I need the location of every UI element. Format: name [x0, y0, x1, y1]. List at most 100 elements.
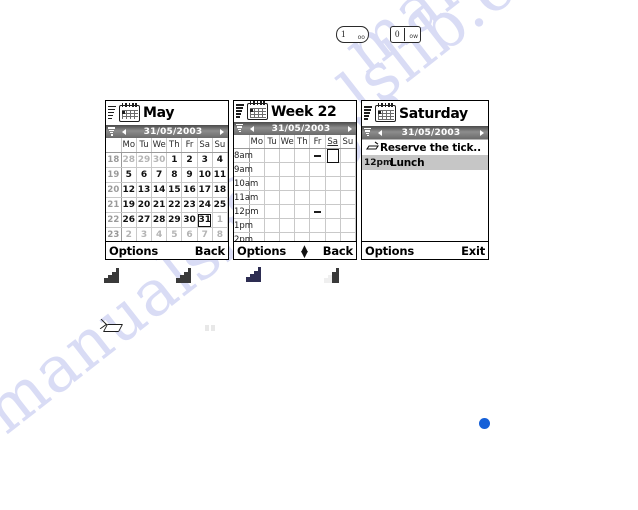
- slot-cell[interactable]: [263, 176, 281, 192]
- day-cell[interactable]: 2: [120, 227, 137, 241]
- slot-cell[interactable]: [339, 148, 356, 164]
- slot-cell[interactable]: [263, 162, 281, 178]
- slot-cell[interactable]: [263, 148, 281, 164]
- day-cell[interactable]: 29: [135, 152, 153, 169]
- table-row[interactable]: 1pm: [234, 218, 356, 234]
- day-cell[interactable]: 6: [135, 167, 153, 184]
- slot-cell[interactable]: [263, 190, 281, 206]
- day-cell[interactable]: 30: [151, 152, 168, 169]
- day-cell[interactable]: 21: [151, 197, 168, 214]
- day-cell[interactable]: 8: [211, 227, 228, 241]
- day-cell[interactable]: 27: [135, 212, 153, 229]
- list-item[interactable]: Reserve the tick..: [362, 140, 488, 155]
- table-row[interactable]: 8am: [234, 148, 356, 164]
- next-arrow-icon[interactable]: [480, 129, 484, 136]
- slot-cell[interactable]: [324, 176, 341, 192]
- table-row[interactable]: 2pm: [234, 232, 356, 241]
- day-cell[interactable]: 3: [135, 227, 153, 241]
- day-cell[interactable]: 1: [211, 212, 228, 229]
- day-cell[interactable]: 29: [166, 212, 183, 229]
- day-cell[interactable]: 19: [120, 197, 137, 214]
- day-cell[interactable]: 11: [211, 167, 228, 184]
- day-cell[interactable]: 1: [166, 152, 183, 169]
- day-cell[interactable]: 17: [196, 182, 213, 199]
- day-cell[interactable]: 30: [181, 212, 198, 229]
- day-cell[interactable]: 8: [166, 167, 183, 184]
- slot-cell[interactable]: [324, 162, 341, 178]
- slot-cell[interactable]: [339, 204, 356, 220]
- slot-cell[interactable]: [309, 218, 326, 234]
- table-row[interactable]: 9am: [234, 162, 356, 178]
- slot-cell-event[interactable]: [309, 148, 326, 164]
- slot-cell[interactable]: [309, 190, 326, 206]
- slot-cell[interactable]: [324, 232, 341, 241]
- next-arrow-icon[interactable]: [348, 125, 352, 132]
- slot-cell[interactable]: [309, 232, 326, 241]
- day-cell-selected[interactable]: 31: [196, 212, 213, 229]
- day-cell[interactable]: 14: [151, 182, 168, 199]
- slot-cell[interactable]: [294, 218, 311, 234]
- table-row[interactable]: 22 26 27 28 29 30 31 1: [106, 212, 228, 229]
- next-arrow-icon[interactable]: [220, 128, 224, 135]
- slot-cell[interactable]: [279, 162, 296, 178]
- slot-cell[interactable]: [294, 204, 311, 220]
- slot-cell[interactable]: [279, 190, 296, 206]
- slot-cell[interactable]: [294, 148, 311, 164]
- day-cell[interactable]: 4: [151, 227, 168, 241]
- date-navigation-bar[interactable]: 31/05/2003: [106, 125, 228, 139]
- left-softkey-options[interactable]: Options: [109, 244, 158, 258]
- table-row[interactable]: 10am: [234, 176, 356, 192]
- list-item-selected[interactable]: 12pm Lunch: [362, 155, 488, 170]
- slot-cell[interactable]: [279, 204, 296, 220]
- day-cell[interactable]: 15: [166, 182, 183, 199]
- slot-cell[interactable]: [309, 176, 326, 192]
- right-softkey-back[interactable]: Back: [323, 244, 353, 258]
- table-row[interactable]: 18 28 29 30 1 2 3 4: [106, 152, 228, 169]
- day-cell[interactable]: 3: [196, 152, 213, 169]
- slot-cell[interactable]: [279, 148, 296, 164]
- slot-cell[interactable]: [294, 232, 311, 241]
- slot-cell[interactable]: [263, 218, 281, 234]
- slot-cell[interactable]: [279, 232, 296, 241]
- slot-cell[interactable]: [294, 190, 311, 206]
- date-navigation-bar[interactable]: 31/05/2003: [234, 122, 356, 136]
- day-cell[interactable]: 5: [166, 227, 183, 241]
- day-cell[interactable]: 20: [135, 197, 153, 214]
- slot-cell[interactable]: [324, 204, 341, 220]
- slot-cell[interactable]: [294, 176, 311, 192]
- slot-cell[interactable]: [339, 218, 356, 234]
- date-navigation-bar[interactable]: 31/05/2003: [362, 126, 488, 139]
- slot-cell[interactable]: [324, 190, 341, 206]
- table-row[interactable]: 11am: [234, 190, 356, 206]
- slot-cell[interactable]: [263, 232, 281, 241]
- table-row[interactable]: 21 19 20 21 22 23 24 25: [106, 197, 228, 214]
- slot-cell[interactable]: [279, 176, 296, 192]
- table-row[interactable]: 20 12 13 14 15 16 17 18: [106, 182, 228, 199]
- table-row[interactable]: 12pm: [234, 204, 356, 220]
- day-cell[interactable]: 2: [181, 152, 198, 169]
- day-cell[interactable]: 24: [196, 197, 213, 214]
- day-cell[interactable]: 28: [120, 152, 137, 169]
- table-row[interactable]: 19 5 6 7 8 9 10 11: [106, 167, 228, 184]
- week-calendar-table[interactable]: Mo Tu We Th Fr Sa Su 8am 9am 10am 11am 1…: [234, 135, 356, 241]
- day-cell[interactable]: 23: [181, 197, 198, 214]
- day-cell[interactable]: 22: [166, 197, 183, 214]
- day-cell[interactable]: 26: [120, 212, 137, 229]
- day-cell[interactable]: 6: [181, 227, 198, 241]
- month-calendar-table[interactable]: Mo Tu We Th Fr Sa Su 18 28 29 30 1 2 3 4…: [106, 138, 228, 241]
- day-cell[interactable]: 28: [151, 212, 168, 229]
- slot-cell-event[interactable]: [309, 204, 326, 220]
- slot-cell[interactable]: [339, 232, 356, 241]
- day-cell[interactable]: 5: [120, 167, 137, 184]
- slot-cell-cursor[interactable]: [324, 148, 341, 164]
- day-cell[interactable]: 18: [211, 182, 228, 199]
- slot-cell[interactable]: [309, 162, 326, 178]
- slot-cell[interactable]: [294, 162, 311, 178]
- day-cell[interactable]: 12: [120, 182, 137, 199]
- right-softkey-back[interactable]: Back: [195, 244, 225, 258]
- slot-cell[interactable]: [339, 176, 356, 192]
- scroll-updown-icon[interactable]: ▲ ▼: [301, 244, 308, 259]
- slot-cell[interactable]: [279, 218, 296, 234]
- slot-cell[interactable]: [339, 190, 356, 206]
- right-softkey-exit[interactable]: Exit: [461, 244, 485, 258]
